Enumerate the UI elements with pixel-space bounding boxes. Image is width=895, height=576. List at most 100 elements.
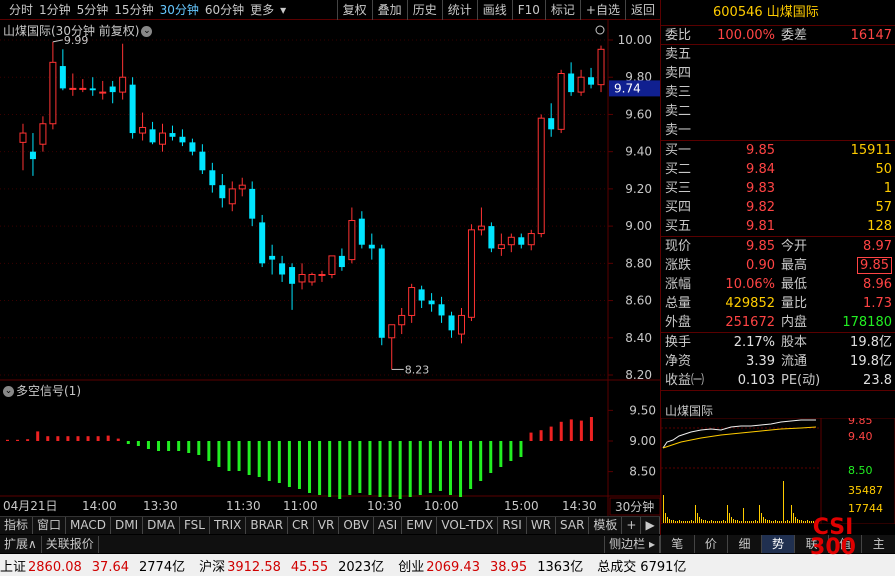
candle[interactable] (588, 67, 595, 89)
sidebar-collapse-button[interactable]: 侧边栏 ▸ (604, 535, 660, 553)
indicator-tab-6[interactable]: TRIX (210, 517, 247, 534)
indicator-tab-13[interactable]: VOL-TDX (437, 517, 499, 534)
candle[interactable] (279, 255, 286, 282)
candle[interactable] (238, 177, 246, 197)
side-tab-6[interactable]: 主 (861, 535, 895, 553)
candle[interactable] (557, 69, 565, 134)
candle[interactable] (149, 121, 156, 145)
ask-row-1[interactable]: 卖四 (661, 64, 895, 83)
period-3[interactable]: 15分钟 (111, 1, 156, 18)
candle[interactable] (527, 229, 535, 251)
indicator-tab-18[interactable]: + (622, 517, 642, 534)
candle[interactable] (518, 233, 525, 249)
candle[interactable] (219, 174, 226, 208)
ask-row-0[interactable]: 卖五 (661, 45, 895, 64)
toolbar-button-4[interactable]: 画线 (476, 0, 512, 20)
candle[interactable] (298, 263, 306, 290)
candle[interactable] (577, 69, 585, 96)
extension-tab-1[interactable]: 关联报价 (42, 535, 99, 553)
bid-row-1[interactable]: 买二 9.84 50 (661, 160, 895, 179)
candle[interactable] (228, 181, 236, 212)
candle[interactable] (189, 138, 196, 156)
candle[interactable] (497, 233, 505, 256)
candle[interactable] (507, 233, 515, 253)
indicator-tab-1[interactable]: 窗口 (33, 517, 67, 534)
indicator-tab-11[interactable]: ASI (374, 517, 403, 534)
indicator-tab-16[interactable]: SAR (556, 517, 590, 534)
period-1[interactable]: 1分钟 (36, 1, 74, 18)
ask-row-3[interactable]: 卖二 (661, 102, 895, 121)
side-tab-1[interactable]: 价 (693, 535, 728, 553)
candle[interactable] (438, 296, 445, 323)
candle[interactable] (368, 233, 375, 260)
more-chevron-icon[interactable]: ▾ (277, 3, 289, 17)
index-quote-1[interactable]: 沪深 3912.58 45.55 2023亿 (199, 556, 384, 575)
candle[interactable] (89, 77, 96, 96)
toolbar-button-1[interactable]: 叠加 (371, 0, 407, 20)
candle[interactable] (348, 207, 356, 264)
period-4[interactable]: 30分钟 (157, 1, 202, 18)
candle[interactable] (537, 114, 545, 238)
candle[interactable] (318, 270, 326, 282)
bid-row-0[interactable]: 买一 9.85 15911 (661, 141, 895, 160)
indicator-tab-8[interactable]: CR (288, 517, 314, 534)
candle[interactable] (209, 162, 216, 193)
ask-row-2[interactable]: 卖三 (661, 83, 895, 102)
candle[interactable] (179, 129, 186, 147)
candle[interactable] (19, 123, 27, 171)
candle[interactable] (548, 103, 555, 137)
toolbar-button-3[interactable]: 统计 (441, 0, 477, 20)
candle[interactable] (457, 308, 465, 344)
toolbar-button-6[interactable]: 标记 (544, 0, 580, 20)
indicator-tab-7[interactable]: BRAR (246, 517, 289, 534)
intraday-mini-chart[interactable]: 9.85 9.40 8.50 35487 17744 (661, 418, 895, 524)
indicator-tab-3[interactable]: DMI (111, 517, 144, 534)
bid-row-4[interactable]: 买五 9.81 128 (661, 217, 895, 236)
toolbar-button-0[interactable]: 复权 (336, 0, 372, 20)
indicator-tab-10[interactable]: OBV (339, 517, 374, 534)
period-6[interactable]: 更多 (247, 1, 277, 18)
candle[interactable] (448, 311, 455, 338)
candle[interactable] (49, 41, 57, 130)
candle[interactable] (79, 79, 87, 93)
index-quote-0[interactable]: 上证 2860.08 37.64 2774亿 (0, 556, 185, 575)
toolbar-button-7[interactable]: +自选 (579, 0, 625, 20)
index-quote-2[interactable]: 创业 2069.43 38.95 1363亿 (398, 556, 583, 575)
candle[interactable] (29, 133, 36, 176)
chevron-down-icon[interactable]: ⌄ (3, 386, 14, 397)
candle[interactable] (477, 207, 485, 236)
candle[interactable] (568, 62, 575, 96)
candle[interactable] (597, 45, 605, 93)
indicator-tab-15[interactable]: WR (527, 517, 557, 534)
bid-row-3[interactable]: 买四 9.82 57 (661, 198, 895, 217)
indicator-tab-2[interactable]: MACD (66, 517, 112, 534)
candle[interactable] (408, 283, 416, 323)
candle[interactable] (269, 244, 276, 275)
candle[interactable] (199, 144, 206, 174)
candle[interactable] (169, 125, 176, 141)
candle[interactable] (308, 272, 316, 286)
candle[interactable] (378, 244, 385, 346)
period-0[interactable]: 分时 (6, 1, 36, 18)
candle[interactable] (358, 211, 365, 249)
indicator-tab-17[interactable]: 模板 (589, 517, 623, 534)
gear-icon[interactable] (595, 25, 605, 35)
candle[interactable] (398, 308, 406, 335)
indicator-tab-9[interactable]: VR (314, 517, 340, 534)
indicator-tab-5[interactable]: FSL (180, 517, 210, 534)
candle[interactable] (39, 116, 47, 152)
extension-tab-0[interactable]: 扩展∧ (0, 535, 42, 553)
side-tab-3[interactable]: 势 (760, 535, 795, 553)
candle[interactable] (139, 112, 147, 141)
candle[interactable] (418, 285, 425, 308)
indicator-tab-0[interactable]: 指标 (0, 517, 34, 534)
candle[interactable] (119, 43, 127, 100)
candle[interactable] (99, 80, 107, 100)
period-2[interactable]: 5分钟 (74, 1, 112, 18)
candle[interactable] (328, 255, 336, 279)
candle[interactable] (467, 224, 475, 322)
toolbar-button-2[interactable]: 历史 (406, 0, 442, 20)
candle[interactable] (109, 80, 116, 104)
period-5[interactable]: 60分钟 (202, 1, 247, 18)
candle[interactable] (259, 214, 266, 268)
